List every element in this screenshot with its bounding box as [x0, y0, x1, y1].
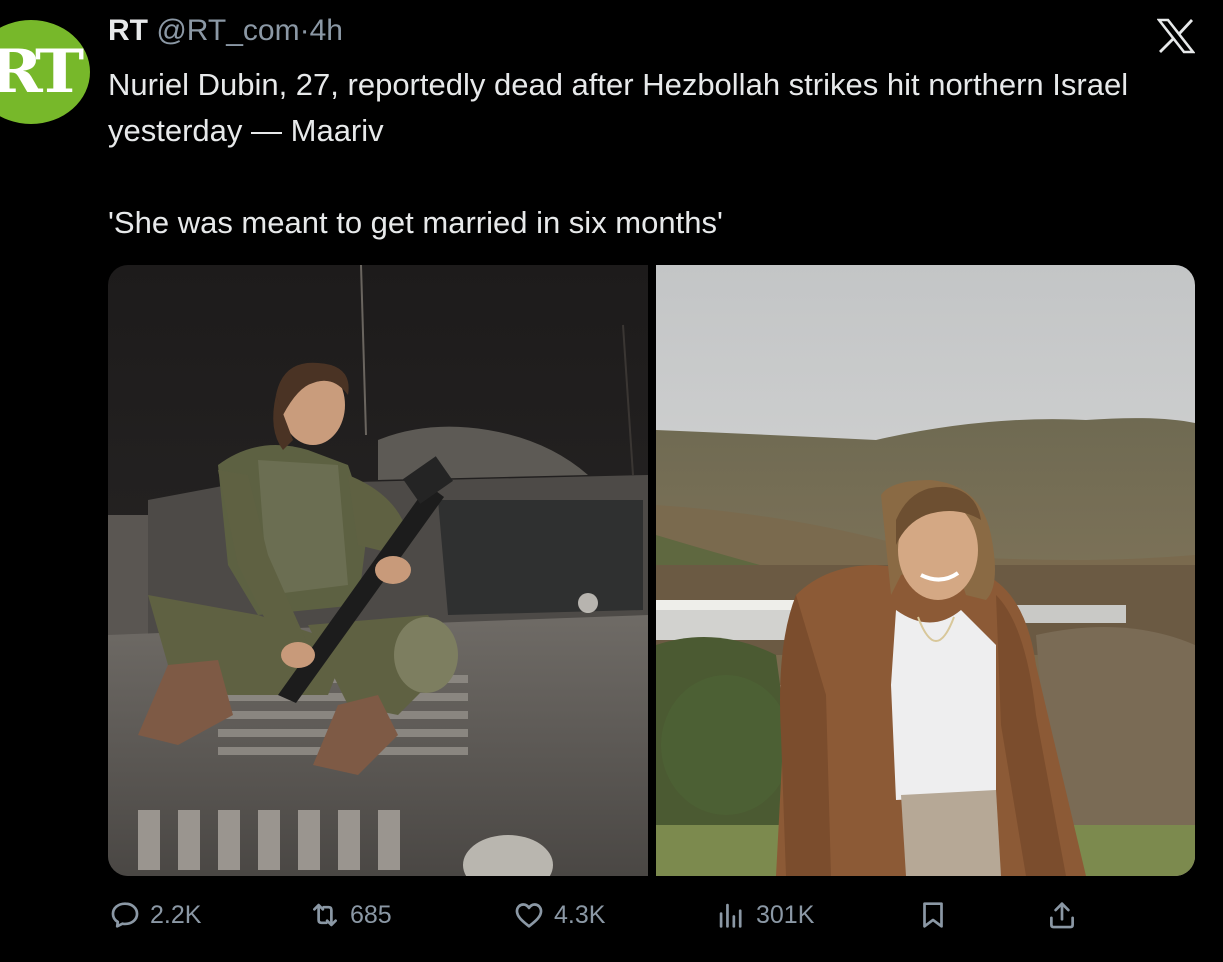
reply-count: 2.2K — [150, 900, 202, 929]
avatar[interactable]: RT — [0, 20, 90, 124]
bookmark-icon — [923, 902, 943, 928]
post-time[interactable]: 4h — [310, 14, 343, 47]
x-logo-icon[interactable] — [1156, 18, 1196, 54]
like-count: 4.3K — [554, 900, 606, 929]
avatar-logo-text: RT — [0, 37, 84, 107]
views-icon — [719, 903, 742, 928]
reply-button[interactable]: 2.2K — [108, 894, 201, 936]
header-separator: · — [299, 14, 310, 47]
photo-portrait[interactable] — [656, 265, 1195, 876]
repost-icon — [313, 903, 337, 927]
tweet-text: Nuriel Dubin, 27, reportedly dead after … — [108, 62, 1188, 246]
views-button[interactable]: 301K — [714, 894, 814, 936]
action-bar: 2.2K 685 4.3K 301K — [108, 894, 1195, 936]
repost-button[interactable]: 685 — [308, 894, 392, 936]
heart-icon — [515, 903, 543, 928]
bookmark-button[interactable] — [916, 894, 950, 936]
tweet-text-line: 'She was meant to get married in six mon… — [108, 205, 723, 240]
tweet-text-line: Nuriel Dubin, 27, reportedly dead after … — [108, 67, 1129, 148]
photo-soldier[interactable] — [108, 265, 648, 876]
share-icon — [1050, 902, 1074, 929]
media-grid — [108, 265, 1195, 876]
author-name[interactable]: RT — [108, 14, 148, 47]
reply-icon — [111, 902, 139, 928]
author-handle[interactable]: @RT_com — [156, 14, 299, 47]
views-count: 301K — [756, 900, 815, 929]
like-button[interactable]: 4.3K — [512, 894, 605, 936]
repost-count: 685 — [350, 900, 392, 929]
tweet-header: RT @RT_com·4h — [108, 14, 343, 48]
share-button[interactable] — [1045, 894, 1079, 936]
